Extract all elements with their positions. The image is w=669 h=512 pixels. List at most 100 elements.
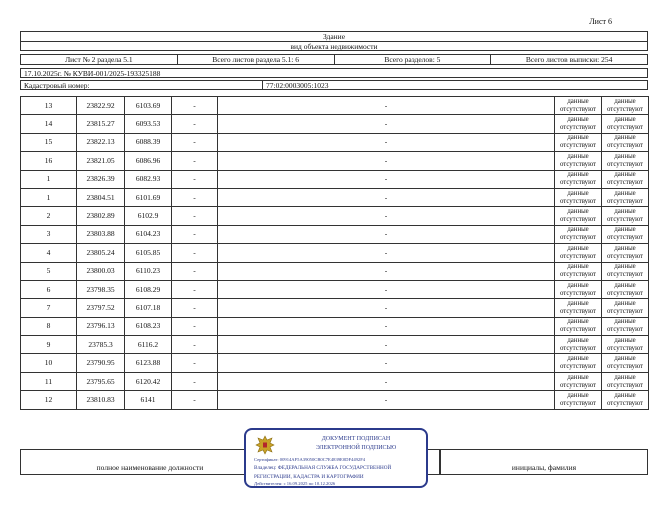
table-cell-c1: - [171,353,218,373]
eagle-emblem-icon [255,435,275,455]
coordinates-table: 13 23822.92 6103.69- - данные отсутствуют дан… [20,95,649,410]
table-cell-y: 6108.29 [124,279,172,300]
table-cell-c2: - [217,224,555,245]
table-cell-d2: данные отсутствуют [601,224,649,245]
table-cell-d1: данные отсутствуют [554,169,602,189]
document-number: 17.10.2025г. № КУВИ-001/2025-193325188 [20,68,648,78]
document-sheet: Лист 6 Здание вид объекта недвижимости Л… [0,0,669,512]
table-cell-c2: - [217,316,555,337]
sheet-number: Лист 6 [589,17,612,26]
table-cell-n: 1 [20,187,77,208]
table-cell-c1: - [171,224,218,245]
table-cell-c1: - [171,187,218,208]
table-cell-c2: - [217,371,555,392]
table-cell-x: 23822.13 [76,132,125,153]
table-cell-n: 6 [20,279,77,300]
table-cell-d2: данные отсутствуют [601,335,649,355]
table-cell-n: 13 [20,95,77,116]
table-cell-c1: - [171,390,218,410]
table-row: 15 23822.13 6088.39- - данные отсутствуют дан… [20,132,649,153]
name-label: инициалы, фамилия [511,463,577,472]
table-row: 4 23805.24 6105.85- - данные отсутствуют данн… [20,243,649,263]
table-cell-d2: данные отсутствуют [601,132,649,153]
table-cell-d1: данные отсутствуют [554,335,602,355]
table-cell-y: 6110.23 [124,261,172,281]
table-cell-d1: данные отсутствуют [554,371,602,392]
table-cell-d2: данные отсутствуют [601,187,649,208]
table-cell-d1: данные отсутствуют [554,151,602,171]
table-cell-c1: - [171,132,218,153]
table-cell-c2: - [217,243,555,263]
table-cell-n: 9 [20,335,77,355]
total-sections-label: Всего разделов: 5 [335,55,492,64]
table-cell-x: 23822.92 [76,95,125,116]
table-cell-d2: данные отсутствуют [601,206,649,226]
table-cell-n: 4 [20,243,77,263]
table-cell-d1: данные отсутствуют [554,132,602,153]
table-cell-d2: данные отсутствуют [601,371,649,392]
table-cell-c2: - [217,206,555,226]
table-row: 6 23798.35 6108.29- - данные отсутствуют данн… [20,279,649,300]
table-cell-c2: - [217,169,555,189]
table-cell-d2: данные отсутствуют [601,151,649,171]
table-cell-n: 2 [20,206,77,226]
table-row: 2 23802.89 6102.9- - данные отсутствуют данны… [20,206,649,226]
total-sheets-label: Всего листов выписки: 254 [525,55,613,64]
table-cell-c2: - [217,390,555,410]
table-cell-y: 6108.23 [124,316,172,337]
table-cell-n: 10 [20,353,77,373]
table-cell-d2: данные отсутствуют [601,390,649,410]
stamp-title-line1: ДОКУМЕНТ ПОДПИСАН [321,436,391,442]
table-cell-d1: данные отсутствуют [554,206,602,226]
table-cell-c1: - [171,169,218,189]
table-cell-x: 23826.39 [76,169,125,189]
table-cell-c2: - [217,151,555,171]
object-type-subtitle: вид объекта недвижимости [20,41,648,51]
table-cell-d1: данные отсутствуют [554,390,602,410]
table-cell-n: 12 [20,390,77,410]
table-cell-c2: - [217,261,555,281]
table-row: 9 23785.3 6116.2- - данные отсутствуют данные… [20,335,649,355]
table-row: 16 23821.05 6086.96- - данные отсутствуют дан… [20,151,649,171]
table-row: 10 23790.95 6123.88- - данные отсутствуют дан… [20,353,649,373]
table-row: 12 23810.83 6141- - данные отсутствуют данные… [20,390,649,410]
table-cell-d2: данные отсутствуют [601,298,649,318]
table-cell-d2: данные отсутствуют [601,353,649,373]
table-cell-c1: - [171,279,218,300]
table-cell-y: 6120.42 [124,371,172,392]
table-cell-c1: - [171,114,218,134]
cadastral-label: Кадастровый номер: [21,81,263,90]
table-cell-x: 23804.51 [76,187,125,208]
table-cell-c2: - [217,353,555,373]
table-cell-y: 6123.88 [124,353,172,373]
table-cell-x: 23802.89 [76,206,125,226]
table-cell-c1: - [171,335,218,355]
table-cell-y: 6141 [124,390,172,410]
table-cell-x: 23805.24 [76,243,125,263]
table-cell-x: 23810.83 [76,390,125,410]
table-cell-c1: - [171,371,218,392]
cadastral-value: 77:02:0003005:1023 [266,80,329,90]
table-row: 1 23804.51 6101.69- - данные отсутствуют данн… [20,187,649,208]
stamp-certificate: Сертификат: 00914AF5A39050CB0C7E4839E0DF… [254,457,366,462]
table-cell-x: 23795.65 [76,371,125,392]
table-cell-c1: - [171,261,218,281]
stamp-validity: Действителен: с 16.09.2025 по 10.12.2026 [254,481,336,486]
table-cell-d1: данные отсутствуют [554,114,602,134]
sheet-section-label: Лист № 2 раздела 5.1 [21,55,178,64]
stamp-owner: Владелец: ФЕДЕРАЛЬНАЯ СЛУЖБА ГОСУДАРСТВЕ… [254,465,392,471]
table-cell-d2: данные отсутствуют [601,279,649,300]
cadastral-row: Кадастровый номер: 77:02:0003005:1023 [20,80,648,90]
table-cell-x: 23797.52 [76,298,125,318]
table-cell-y: 6107.18 [124,298,172,318]
table-cell-d1: данные отсутствуют [554,353,602,373]
table-row: 3 23803.88 6104.23- - данные отсутствуют данн… [20,224,649,245]
table-cell-x: 23821.05 [76,151,125,171]
table-cell-d1: данные отсутствуют [554,298,602,318]
table-cell-d2: данные отсутствуют [601,95,649,116]
table-cell-d2: данные отсутствуют [601,114,649,134]
table-cell-x: 23815.27 [76,114,125,134]
section-info-row: Лист № 2 раздела 5.1 Всего листов раздел… [20,54,648,65]
table-cell-x: 23800.03 [76,261,125,281]
table-cell-n: 8 [20,316,77,337]
